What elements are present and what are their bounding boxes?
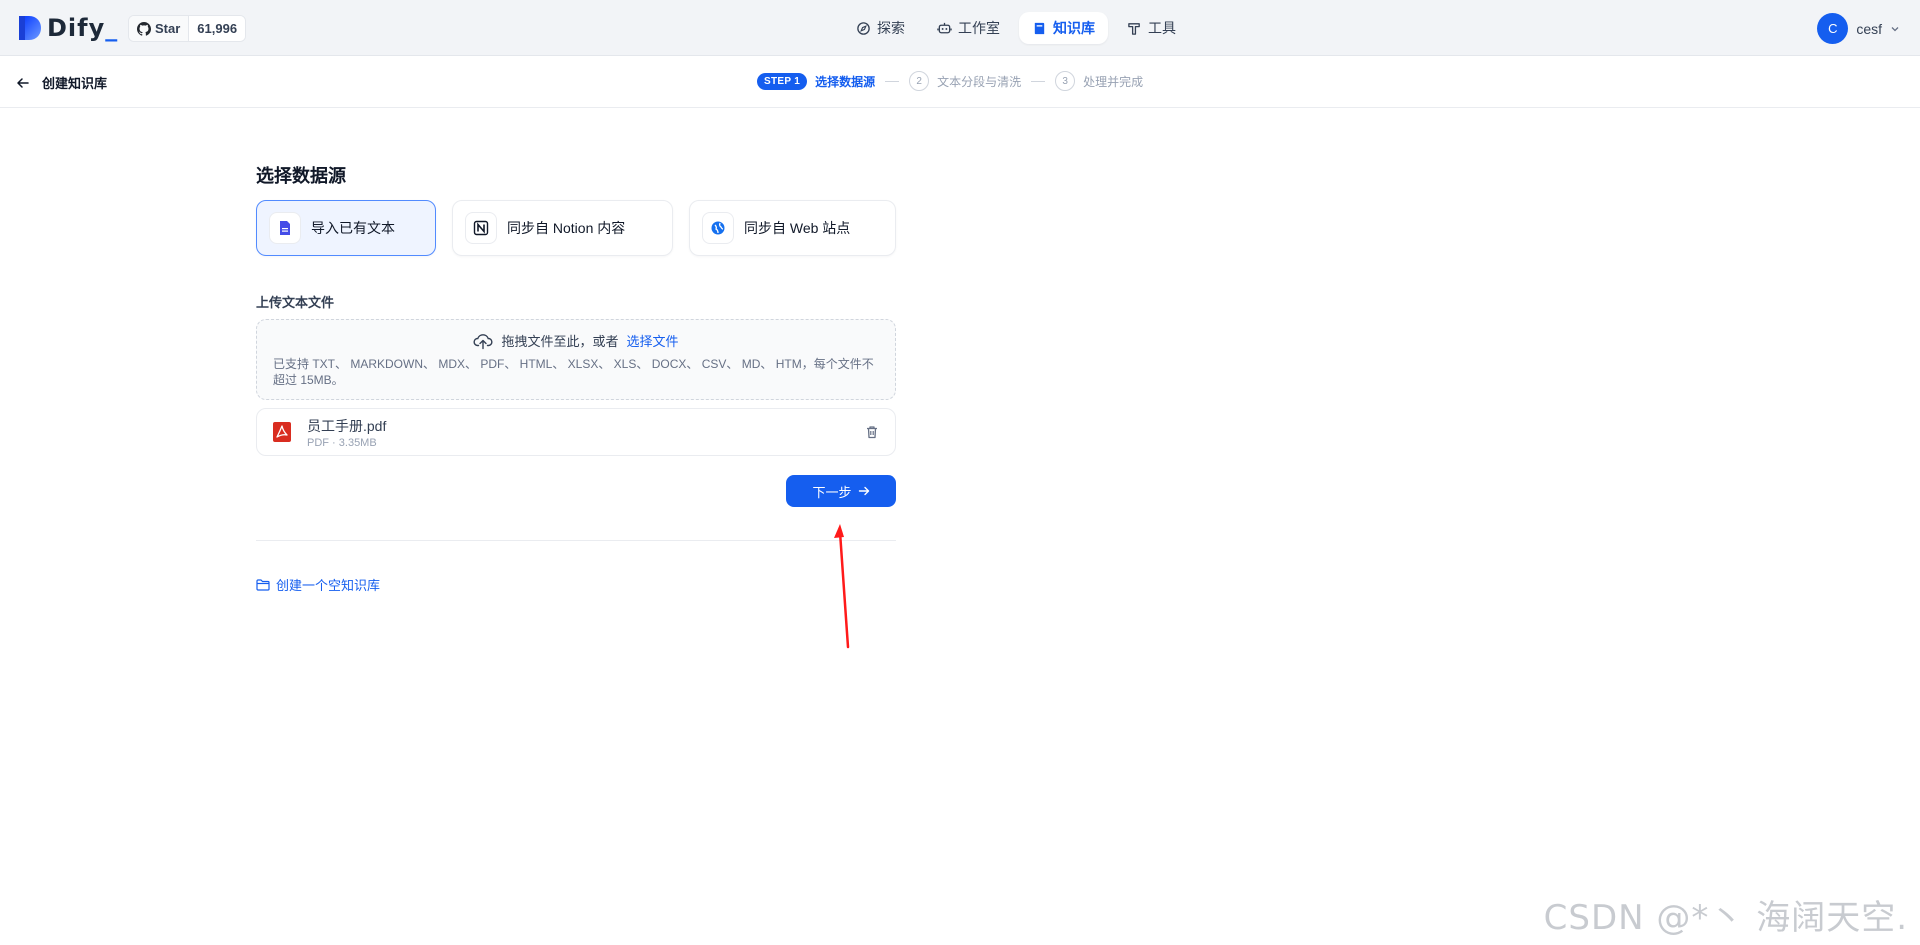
nav-label-explore: 探索 — [877, 20, 905, 36]
main-nav: 探索 工作室 知识库 工具 — [843, 12, 1189, 44]
source-notion[interactable]: 同步自 Notion 内容 — [452, 200, 673, 256]
step-2-label: 文本分段与清洗 — [937, 74, 1022, 89]
section-title: 选择数据源 — [256, 166, 346, 186]
nav-item-knowledge[interactable]: 知识库 — [1019, 12, 1108, 44]
pdf-file-icon — [273, 422, 291, 442]
github-star-label: Star — [155, 21, 181, 36]
step-1-label: 选择数据源 — [815, 74, 876, 89]
step-3-label: 处理并完成 — [1083, 74, 1144, 89]
data-source-options: 导入已有文本 同步自 Notion 内容 同步自 Web 站点 — [256, 200, 896, 256]
back-button[interactable]: 创建知识库 — [16, 73, 107, 92]
step-1-pill: STEP 1 — [757, 72, 808, 90]
folder-icon — [256, 578, 270, 591]
step-indicator: STEP 1 选择数据源 2 文本分段与清洗 3 处理并完成 — [757, 71, 1143, 91]
source-import-text-label: 导入已有文本 — [311, 220, 395, 236]
choose-file-link[interactable]: 选择文件 — [627, 331, 679, 350]
top-navbar: Dify_ Star 61,996 探索 工作室 知识库 工具 C cesf — [0, 0, 1920, 56]
step-divider — [1031, 80, 1046, 82]
step-divider — [885, 80, 900, 82]
file-info: PDF · 3.35MB — [307, 436, 377, 449]
watermark: CSDN @*丶 海阔天空. — [1543, 898, 1908, 938]
source-website-label: 同步自 Web 站点 — [744, 220, 851, 236]
nav-item-tools[interactable]: 工具 — [1114, 12, 1189, 44]
data-source-panel: 选择数据源 导入已有文本 同步自 Notion 内容 同步自 Web 站点 上传… — [256, 162, 896, 594]
nav-item-studio[interactable]: 工作室 — [924, 12, 1013, 44]
web-icon — [702, 212, 734, 244]
source-import-text[interactable]: 导入已有文本 — [256, 200, 436, 256]
file-name: 员工手册.pdf — [307, 417, 387, 434]
dropzone-prompt: 拖拽文件至此，或者 — [501, 334, 619, 349]
trash-icon — [867, 426, 877, 439]
supported-formats-hint: 已支持 TXT、 MARKDOWN、 MDX、 PDF、 HTML、 XLSX、… — [273, 357, 874, 387]
explore-icon — [857, 21, 870, 35]
annotation-arrow — [834, 524, 850, 649]
cloud-upload-icon — [473, 333, 494, 349]
step-2-number: 2 — [909, 71, 930, 91]
dify-logo-icon — [19, 16, 41, 40]
avatar: C — [1817, 13, 1849, 44]
arrow-left-icon — [17, 77, 29, 88]
page-header: 创建知识库 STEP 1 选择数据源 2 文本分段与清洗 3 处理并完成 — [0, 56, 1920, 108]
robot-icon — [937, 22, 952, 33]
source-website[interactable]: 同步自 Web 站点 — [689, 200, 896, 256]
hammer-icon — [1128, 22, 1140, 35]
github-star-widget[interactable]: Star 61,996 — [128, 15, 247, 42]
page-title: 创建知识库 — [42, 76, 108, 91]
delete-file-button[interactable] — [865, 425, 879, 439]
github-icon — [137, 21, 151, 36]
arrow-right-icon — [858, 486, 869, 496]
step-3-number: 3 — [1055, 71, 1076, 91]
nav-label-studio: 工作室 — [958, 20, 1000, 36]
file-icon — [269, 212, 301, 244]
github-star-button[interactable]: Star — [129, 16, 190, 41]
nav-label-knowledge: 知识库 — [1053, 20, 1095, 36]
notion-icon — [465, 212, 497, 244]
file-dropzone[interactable]: 拖拽文件至此，或者 选择文件 已支持 TXT、 MARKDOWN、 MDX、 P… — [256, 319, 896, 400]
nav-label-tools: 工具 — [1148, 20, 1176, 36]
user-name: cesf — [1856, 20, 1882, 37]
section-divider — [256, 540, 896, 541]
create-empty-knowledge-link[interactable]: 创建一个空知识库 — [256, 575, 896, 594]
source-notion-label: 同步自 Notion 内容 — [507, 220, 626, 236]
github-star-count: 61,996 — [189, 16, 246, 41]
next-step-label: 下一步 — [812, 484, 852, 500]
upload-section-label: 上传文本文件 — [256, 295, 335, 310]
book-icon — [1034, 22, 1045, 34]
logo-text: Dify_ — [47, 14, 119, 42]
create-empty-knowledge-label: 创建一个空知识库 — [276, 578, 381, 593]
uploaded-file-item: 员工手册.pdf PDF · 3.35MB — [256, 408, 896, 456]
chevron-down-icon — [1891, 26, 1899, 31]
user-menu[interactable]: C cesf — [1817, 13, 1900, 44]
dify-logo[interactable]: Dify_ — [17, 14, 118, 42]
next-step-button[interactable]: 下一步 — [786, 475, 896, 507]
nav-item-explore[interactable]: 探索 — [843, 12, 918, 44]
